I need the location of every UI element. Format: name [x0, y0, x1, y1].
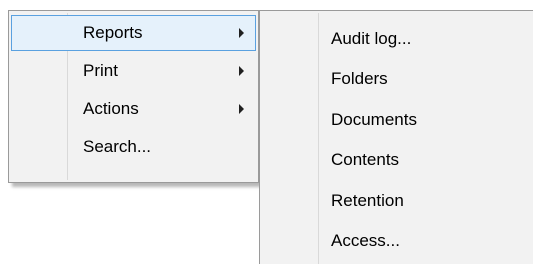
submenu-item-access[interactable]: Access... — [262, 221, 530, 261]
menu-item-label: Search... — [83, 137, 152, 156]
submenu-item-audit-log[interactable]: Audit log... — [262, 19, 530, 59]
menu-item-label: Reports — [83, 23, 143, 42]
submenu-item-label: Retention — [331, 191, 404, 210]
submenu-item-label: Folders — [331, 69, 388, 88]
submenu-item-retention[interactable]: Retention — [262, 181, 530, 221]
submenu-arrow-icon — [239, 66, 244, 76]
context-menu: Reports Print Actions Search... — [8, 10, 259, 183]
submenu-item-label: Contents — [331, 150, 400, 169]
submenu-arrow-icon — [239, 28, 244, 38]
submenu-item-folders[interactable]: Folders — [262, 59, 530, 99]
menu-item-label: Actions — [83, 99, 139, 118]
menu-item-reports[interactable]: Reports — [11, 15, 256, 51]
reports-submenu: Audit log... Folders Documents Contents … — [259, 10, 533, 264]
menu-item-search[interactable]: Search... — [11, 129, 256, 165]
submenu-item-documents[interactable]: Documents — [262, 100, 530, 140]
submenu-item-contents[interactable]: Contents — [262, 140, 530, 180]
submenu-item-label: Documents — [331, 110, 417, 129]
submenu-item-label: Access... — [331, 231, 400, 250]
submenu-arrow-icon — [239, 104, 244, 114]
menu-item-label: Print — [83, 61, 118, 80]
menu-item-actions[interactable]: Actions — [11, 91, 256, 127]
stage: Reports Print Actions Search... Audit lo… — [0, 0, 533, 264]
menu-item-print[interactable]: Print — [11, 53, 256, 89]
submenu-item-label: Audit log... — [331, 29, 412, 48]
